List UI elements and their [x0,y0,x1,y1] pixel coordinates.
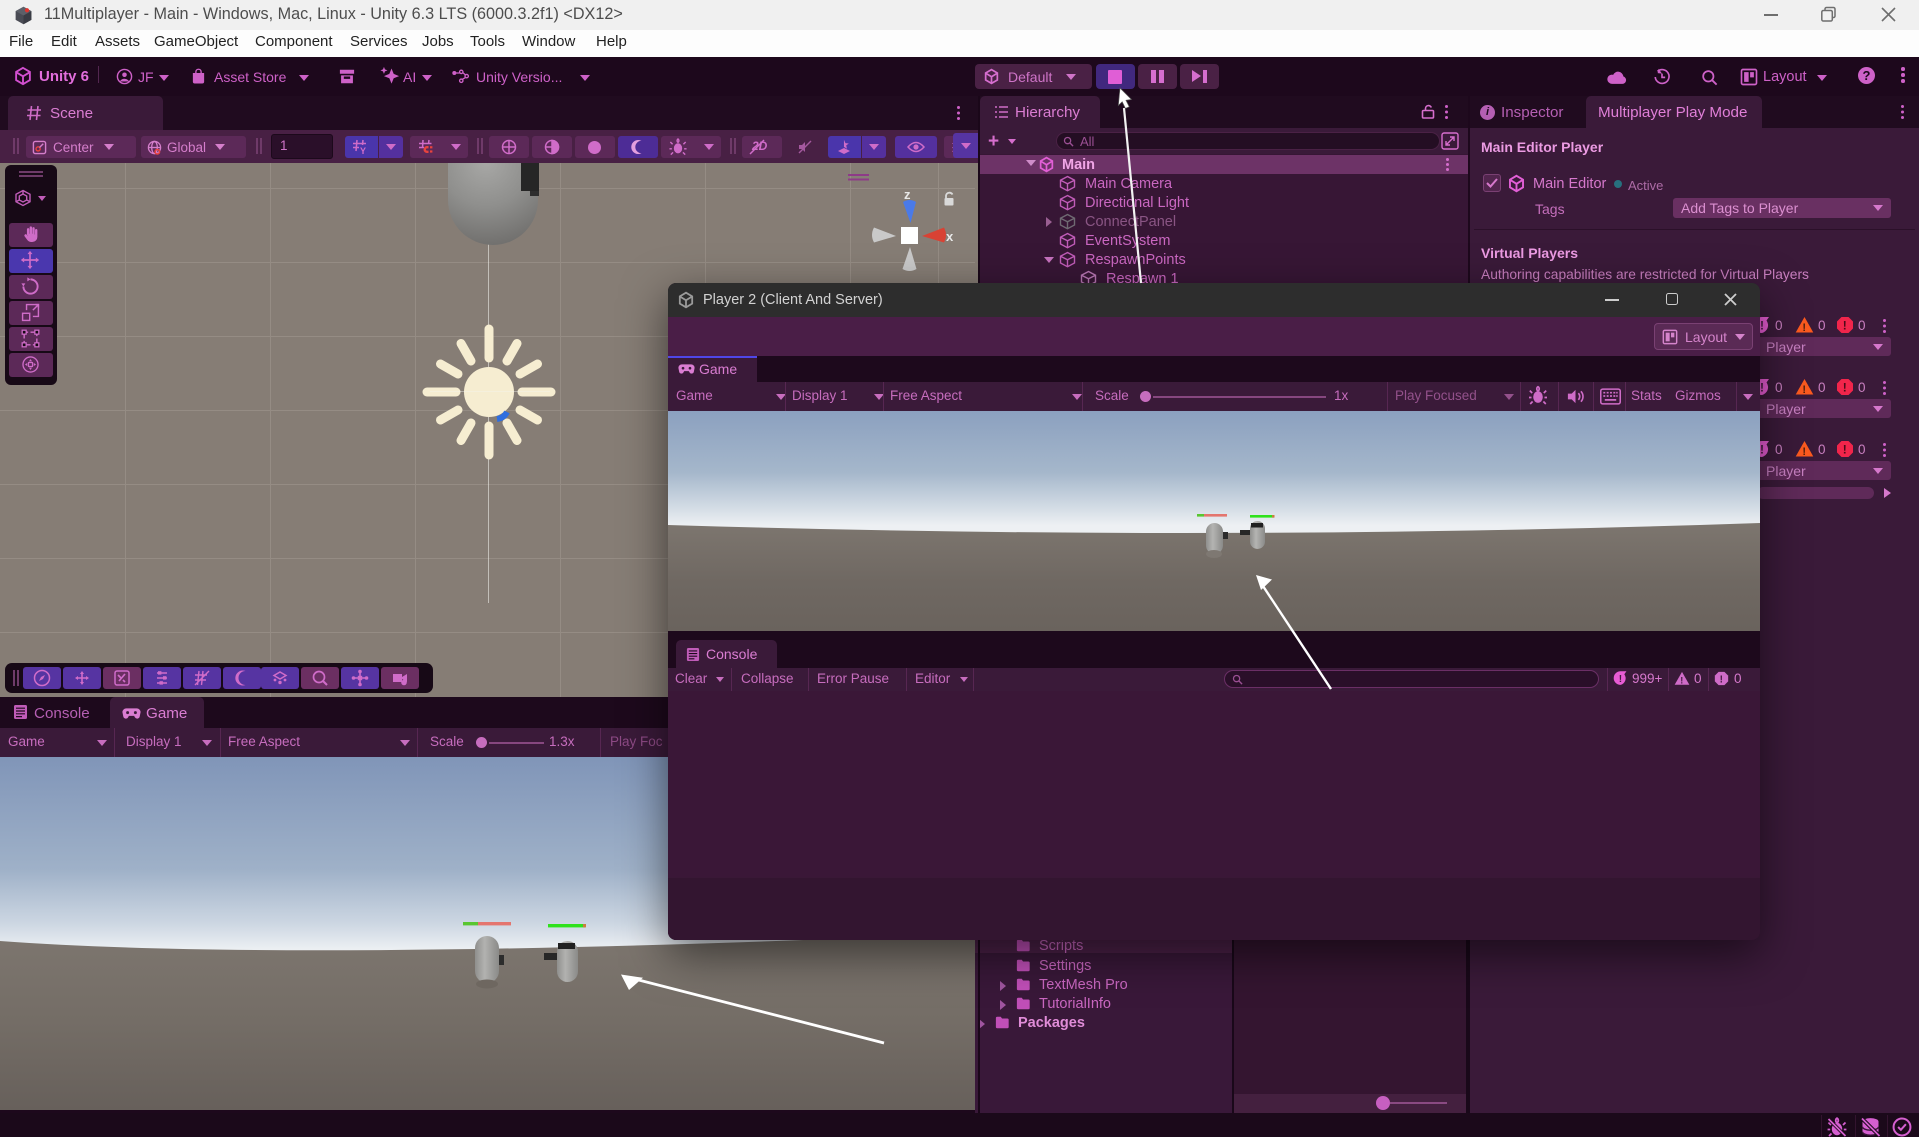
svg-text:!: ! [1720,674,1723,685]
svg-text:!: ! [1760,319,1764,333]
svg-text:!: ! [1760,381,1764,395]
svg-text:!: ! [1802,446,1806,458]
svg-text:!: ! [1802,384,1806,396]
svg-text:!: ! [1680,676,1683,686]
svg-text:Y: Y [360,146,366,155]
svg-text:!: ! [1843,381,1847,395]
svg-text:x: x [946,229,954,244]
svg-text:!: ! [1802,322,1806,334]
svg-text:!: ! [1843,319,1847,333]
svg-text:!: ! [1619,674,1622,685]
svg-text:!: ! [1760,443,1764,457]
svg-text:z: z [904,187,911,202]
svg-text:!: ! [1843,443,1847,457]
